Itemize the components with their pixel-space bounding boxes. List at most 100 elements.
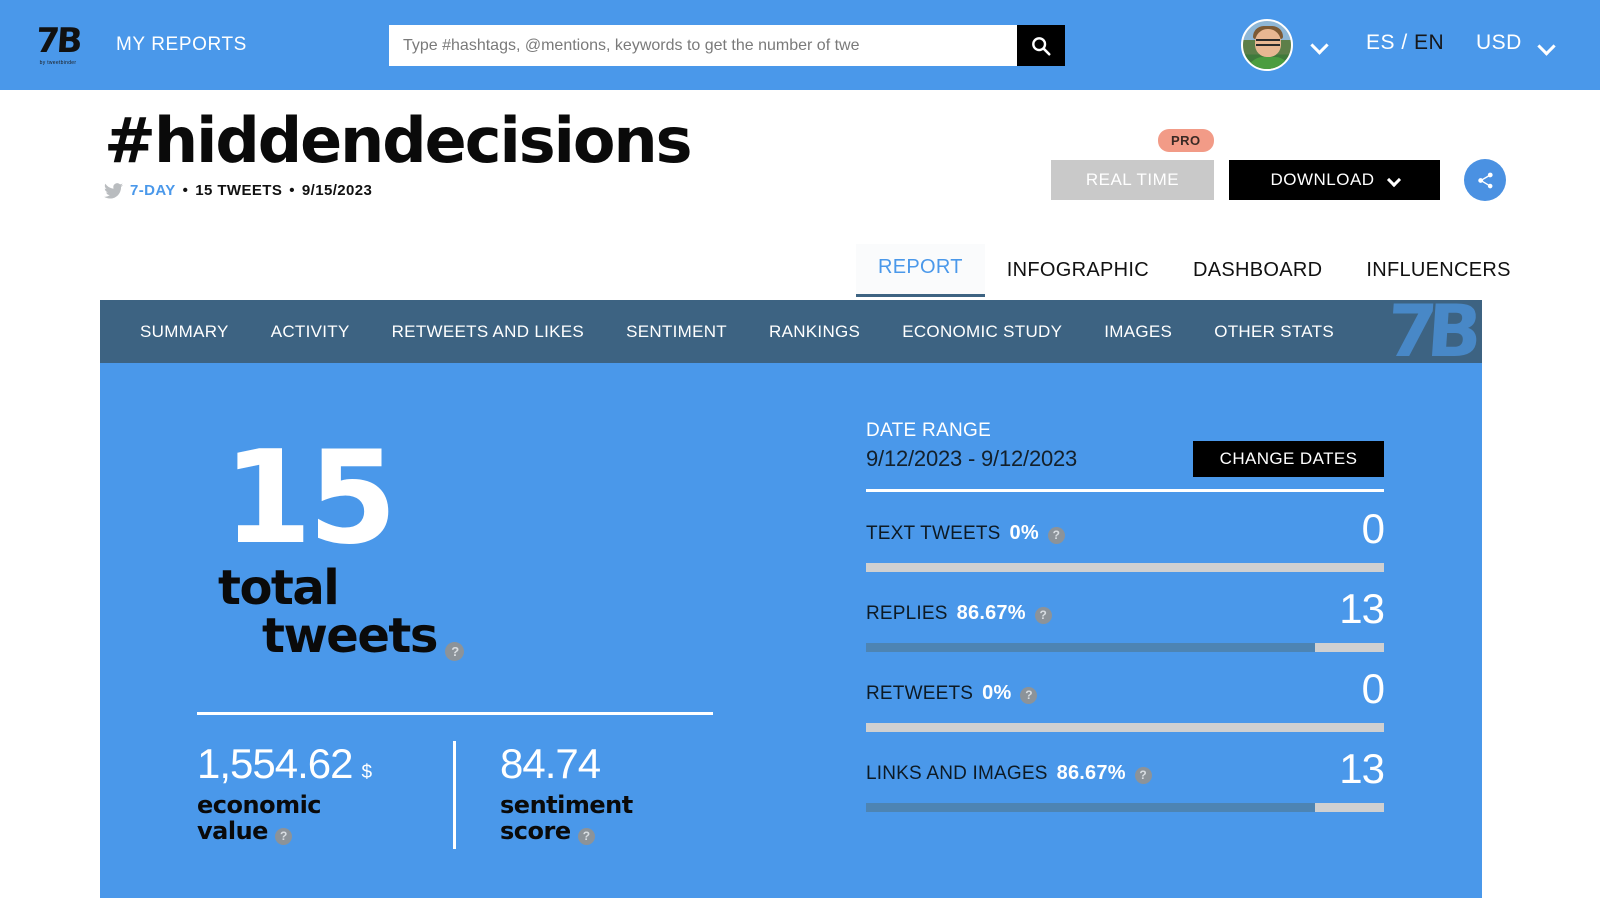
subnav-item-images[interactable]: IMAGES — [1083, 300, 1193, 363]
pro-badge: PRO — [1158, 129, 1214, 152]
subnav-item-activity[interactable]: ACTIVITY — [250, 300, 371, 363]
tab-dashboard[interactable]: DASHBOARD — [1171, 247, 1344, 297]
sentiment-value-number: 84.74 — [500, 740, 601, 787]
meta-days[interactable]: 7-DAY — [130, 182, 176, 199]
watermark-logo: 7B — [1384, 300, 1475, 363]
metric-count: 0 — [1361, 665, 1385, 713]
lang-en-option[interactable]: EN — [1414, 31, 1444, 54]
download-button[interactable]: DOWNLOAD — [1229, 160, 1440, 200]
language-switcher: ES / EN — [1366, 31, 1444, 55]
subnav-item-economic-study[interactable]: ECONOMIC STUDY — [881, 300, 1083, 363]
metrics-divider — [453, 741, 456, 849]
search-input[interactable] — [389, 25, 1017, 66]
total-tweets-label-text: tweets — [262, 608, 438, 664]
total-tweets-value: 15 — [223, 424, 397, 573]
help-icon[interactable]: ? — [1020, 686, 1038, 704]
help-icon[interactable]: ? — [274, 828, 292, 845]
economic-value-row: 1,554.62 $ — [197, 740, 453, 787]
avatar[interactable] — [1241, 19, 1293, 71]
meta-tweet-count: 15 TWEETS — [195, 182, 283, 199]
metric-progress-bar — [866, 563, 1384, 573]
economic-value-currency: $ — [361, 762, 373, 783]
metric-head: RETWEETS 0% ? — [866, 682, 1384, 705]
avatar-glasses — [1256, 39, 1280, 46]
metric-head: REPLIES 86.67% ? — [866, 602, 1384, 625]
download-label: DOWNLOAD — [1270, 170, 1375, 189]
metric-progress-fill — [866, 643, 1315, 653]
metric-progress-bar — [866, 643, 1384, 653]
logo-mark-text: 7B — [34, 21, 82, 61]
subnav-item-sentiment[interactable]: SENTIMENT — [605, 300, 748, 363]
metric-row-retweets: RETWEETS 0% ? 0 — [866, 668, 1385, 733]
economic-value-number: 1,554.62 — [197, 740, 353, 787]
date-range-divider — [866, 489, 1384, 493]
share-button[interactable] — [1464, 159, 1506, 201]
metric-percent: 86.67% — [956, 602, 1026, 625]
chevron-down-icon — [1310, 36, 1329, 55]
account-menu-button[interactable] — [1307, 33, 1332, 61]
left-divider — [197, 712, 713, 715]
chevron-down-icon — [1537, 37, 1556, 56]
subnav-item-retweets-and-likes[interactable]: RETWEETS AND LIKES — [371, 300, 605, 363]
meta-dot: • — [182, 182, 189, 199]
app-logo[interactable]: 7B by tweetbinder — [8, 21, 108, 66]
economic-label-line1: economic — [197, 791, 322, 820]
tab-influencers[interactable]: INFLUENCERS — [1344, 247, 1532, 297]
search-button[interactable] — [1017, 25, 1065, 66]
lang-separator: / — [1401, 31, 1408, 54]
sentiment-score-label: sentiment score ? — [500, 791, 756, 845]
sentiment-value-row: 84.74 — [500, 740, 756, 787]
metric-row-text-tweets: TEXT TWEETS 0% ? 0 — [866, 508, 1385, 573]
share-icon — [1477, 172, 1493, 188]
summary-panel: 15 total tweets ? 1,554.62 $ economic va… — [100, 363, 1482, 898]
search-icon — [1032, 36, 1051, 56]
help-icon[interactable]: ? — [577, 828, 595, 845]
metric-name: RETWEETS — [866, 683, 974, 705]
chevron-down-icon — [1386, 172, 1401, 188]
report-page: 7B by tweetbinder MY REPORTS ES / EN USD… — [0, 0, 1600, 898]
economic-value-label: economic value ? — [197, 791, 453, 846]
subnav-item-rankings[interactable]: RANKINGS — [748, 300, 881, 363]
report-meta: 7-DAY • 15 TWEETS • 9/15/2023 — [104, 182, 372, 199]
report-section-nav: SUMMARY ACTIVITY RETWEETS AND LIKES SENT… — [100, 300, 1482, 363]
metric-count: 13 — [1339, 745, 1385, 793]
metric-percent: 86.67% — [1056, 762, 1126, 785]
metric-count: 13 — [1339, 585, 1385, 633]
metric-row-replies: REPLIES 86.67% ? 13 — [866, 588, 1385, 653]
right-column: DATE RANGE 9/12/2023 - 9/12/2023 CHANGE … — [866, 418, 1385, 813]
my-reports-link[interactable]: MY REPORTS — [116, 34, 247, 56]
currency-dropdown-button[interactable] — [1534, 34, 1559, 62]
currency-selector[interactable]: USD — [1476, 31, 1522, 55]
metric-progress-bar — [866, 803, 1384, 813]
sentiment-label-line1: sentiment — [500, 791, 633, 820]
subnav-item-other-stats[interactable]: OTHER STATS — [1193, 300, 1355, 363]
total-tweets-label-line1: total — [218, 560, 340, 616]
page-title: #hiddendecisions — [104, 104, 693, 177]
economic-value-metric: 1,554.62 $ economic value ? — [197, 740, 453, 846]
economic-label-line2: value — [197, 817, 268, 846]
tab-infographic[interactable]: INFOGRAPHIC — [985, 247, 1171, 297]
metric-percent: 0% — [1009, 522, 1039, 545]
sentiment-score-metric: 84.74 sentiment score ? — [500, 740, 756, 845]
subnav-item-summary[interactable]: SUMMARY — [100, 300, 250, 363]
total-tweets-label-line2: tweets ? — [262, 611, 464, 661]
date-range-label: DATE RANGE — [866, 420, 992, 441]
help-icon[interactable]: ? — [1034, 606, 1052, 624]
tab-report[interactable]: REPORT — [856, 244, 985, 297]
meta-date: 9/15/2023 — [301, 182, 373, 199]
metric-head: LINKS AND IMAGES 86.67% ? — [866, 762, 1384, 785]
lang-es-option[interactable]: ES — [1366, 31, 1395, 54]
metric-row-links-and-images: LINKS AND IMAGES 86.67% ? 13 — [866, 748, 1385, 813]
metric-name: TEXT TWEETS — [866, 523, 1001, 545]
metric-count: 0 — [1361, 505, 1385, 553]
help-icon[interactable]: ? — [1134, 766, 1152, 784]
main-tabs: REPORT INFOGRAPHIC DASHBOARD INFLUENCERS — [856, 244, 1533, 297]
help-icon[interactable]: ? — [1047, 526, 1065, 544]
change-dates-button[interactable]: CHANGE DATES — [1193, 441, 1384, 477]
help-icon[interactable]: ? — [444, 642, 464, 662]
real-time-button[interactable]: REAL TIME — [1051, 160, 1214, 200]
search-group — [389, 25, 1065, 66]
metric-progress-bar — [866, 723, 1384, 733]
metric-percent: 0% — [982, 682, 1012, 705]
metric-name: LINKS AND IMAGES — [866, 763, 1048, 785]
